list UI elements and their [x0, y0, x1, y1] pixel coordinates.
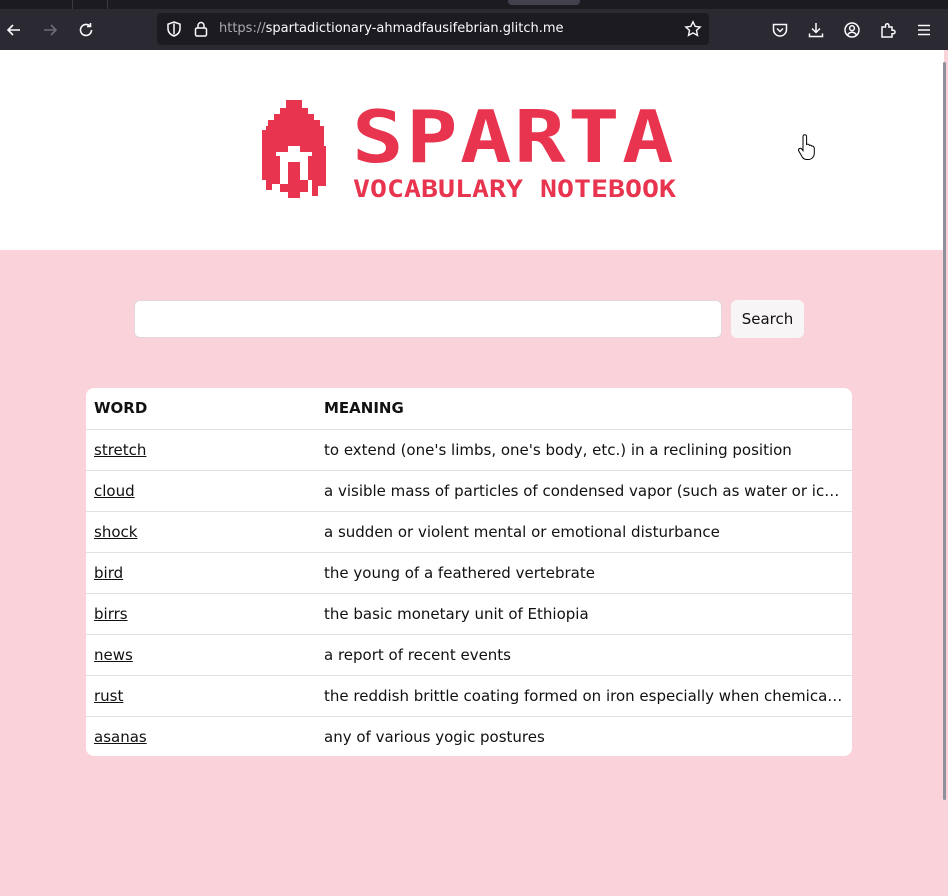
meaning-cell: the reddish brittle coating formed on ir…	[316, 674, 852, 716]
lock-icon[interactable]	[192, 20, 210, 38]
pocket-icon[interactable]	[766, 9, 794, 50]
table-row: news a report of recent events	[86, 633, 852, 675]
extensions-icon[interactable]	[874, 9, 902, 50]
column-header-word: WORD	[94, 399, 148, 418]
word-cell: cloud	[86, 469, 316, 511]
word-cell: rust	[86, 674, 316, 716]
reload-icon[interactable]	[72, 9, 100, 50]
vocabulary-table-card: WORD MEANING stretch to extend (one's li…	[86, 388, 852, 756]
vocabulary-table: WORD MEANING stretch to extend (one's li…	[86, 388, 852, 756]
url-bar[interactable]: https://spartadictionary-ahmadfausifebri…	[157, 13, 709, 45]
url-scheme: https://	[219, 21, 266, 36]
account-icon[interactable]	[838, 9, 866, 50]
meaning-cell: the basic monetary unit of Ethiopia	[316, 592, 852, 634]
meaning-cell: to extend (one's limbs, one's body, etc.…	[316, 428, 852, 470]
table-row: rust the reddish brittle coating formed …	[86, 674, 852, 716]
url-text[interactable]: https://spartadictionary-ahmadfausifebri…	[219, 13, 564, 45]
menu-icon[interactable]	[910, 9, 938, 50]
table-row: birrs the basic monetary unit of Ethiopi…	[86, 592, 852, 634]
table-row: cloud a visible mass of particles of con…	[86, 469, 852, 511]
shield-icon[interactable]	[165, 20, 183, 38]
download-icon[interactable]	[802, 9, 830, 50]
word-link[interactable]: stretch	[94, 441, 146, 459]
url-host: spartadictionary-ahmadfausifebrian.glitc…	[265, 21, 564, 36]
word-link[interactable]: cloud	[94, 482, 135, 500]
word-cell: bird	[86, 551, 316, 593]
word-link[interactable]: rust	[94, 687, 123, 705]
page-header: SPARTA VOCABULARY NOTEBOOK	[0, 50, 944, 250]
tab-divider	[72, 0, 73, 9]
word-cell: birrs	[86, 592, 316, 634]
meaning-cell: the young of a feathered vertebrate	[316, 551, 852, 593]
table-row: bird the young of a feathered vertebrate	[86, 551, 852, 593]
table-row: asanas any of various yogic postures	[86, 715, 852, 756]
meaning-cell: any of various yogic postures	[316, 715, 852, 756]
table-row: shock a sudden or violent mental or emot…	[86, 510, 852, 552]
word-link[interactable]: asanas	[94, 728, 147, 746]
word-link[interactable]: news	[94, 646, 133, 664]
search-input[interactable]	[134, 300, 722, 338]
sparta-logo[interactable]: SPARTA VOCABULARY NOTEBOOK	[262, 100, 678, 202]
word-cell: news	[86, 633, 316, 675]
table-header-row: WORD MEANING	[86, 388, 852, 429]
browser-toolbar: https://spartadictionary-ahmadfausifebri…	[0, 9, 948, 50]
forward-arrow-icon[interactable]	[36, 9, 64, 50]
back-arrow-icon[interactable]	[0, 9, 28, 50]
bookmark-star-icon[interactable]	[684, 20, 702, 38]
meaning-cell: a report of recent events	[316, 633, 852, 675]
word-cell: stretch	[86, 428, 316, 470]
word-link[interactable]: shock	[94, 523, 137, 541]
table-row: stretch to extend (one's limbs, one's bo…	[86, 428, 852, 470]
word-link[interactable]: bird	[94, 564, 123, 582]
word-link[interactable]: birrs	[94, 605, 128, 623]
hand-pointer-cursor-icon	[798, 134, 815, 160]
meaning-cell: a visible mass of particles of condensed…	[316, 469, 852, 511]
meaning-cell: a sudden or violent mental or emotional …	[316, 510, 852, 552]
logo-title: SPARTA	[352, 100, 676, 179]
word-cell: asanas	[86, 715, 316, 756]
column-header-meaning: MEANING	[324, 399, 404, 418]
tab-divider	[107, 0, 108, 9]
search-button[interactable]: Search	[731, 300, 804, 338]
logo-subtitle: VOCABULARY NOTEBOOK	[353, 175, 677, 202]
page-scrollbar[interactable]	[943, 62, 946, 800]
word-cell: shock	[86, 510, 316, 552]
tab-strip	[0, 0, 948, 9]
spartan-helmet-icon	[262, 100, 326, 198]
active-tab-indicator[interactable]	[508, 0, 580, 5]
